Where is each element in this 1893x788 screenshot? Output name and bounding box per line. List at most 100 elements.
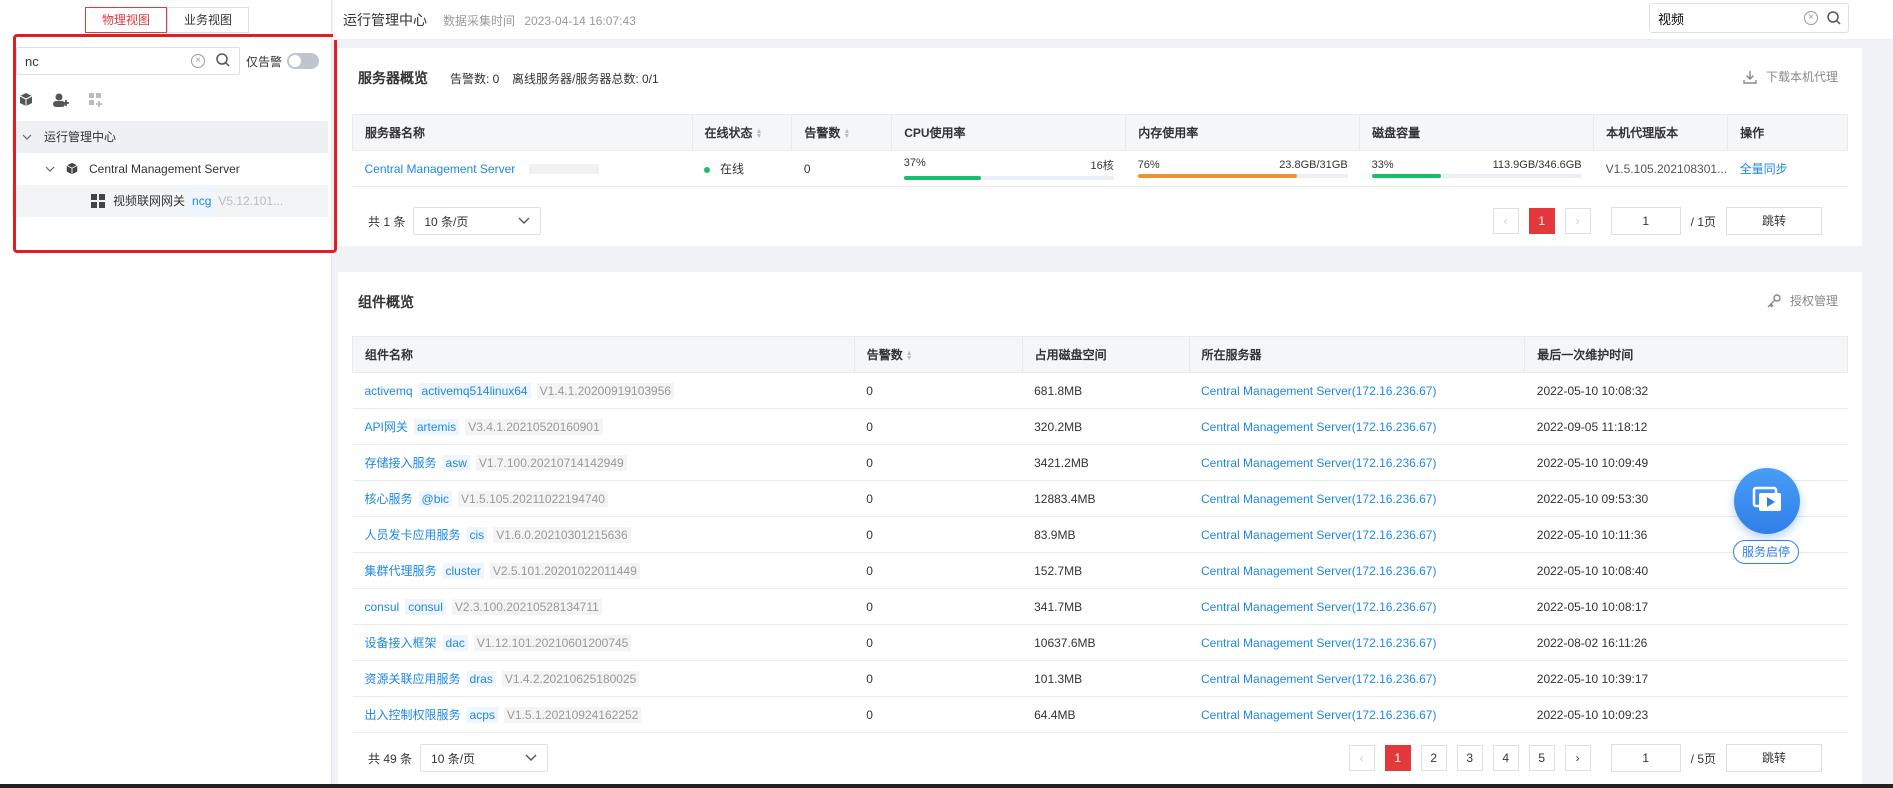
col-online-status[interactable]: 在线状态 ▲ ▼ xyxy=(691,114,793,151)
component-tag: dras xyxy=(466,671,496,687)
component-version: V1.5.105.20211022194740 xyxy=(458,491,608,507)
server-table-header: 服务器名称 在线状态 ▲ ▼ 告警数 ▲ ▼ CPU使用率 内存使用率 磁盘容量 本机代… xyxy=(352,114,1848,151)
component-alarm-cell: 0 xyxy=(854,372,1023,409)
component-name-cell: 出入控制权限服务 acps V1.5.1.20210924162252 xyxy=(352,696,855,733)
col-component-alarms[interactable]: 告警数 ▲ ▼ xyxy=(853,336,1023,373)
component-name-cell: API网关 artemis V3.4.1.20210520160901 xyxy=(352,408,855,445)
sort-icon[interactable]: ▲ ▼ xyxy=(756,128,763,140)
component-disk-cell: 3421.2MB xyxy=(1022,444,1189,481)
next-page-button[interactable]: › xyxy=(1564,745,1591,771)
component-time-cell: 2022-05-10 10:39:17 xyxy=(1524,660,1848,697)
component-name-link[interactable]: 集群代理服务 xyxy=(365,564,437,578)
search-icon[interactable] xyxy=(1826,10,1842,29)
col-alarm-count[interactable]: 告警数 ▲ ▼ xyxy=(791,114,893,151)
collect-time-value: 2023-04-14 16:07:43 xyxy=(524,14,636,28)
component-server-link[interactable]: Central Management Server(172.16.236.67) xyxy=(1201,384,1436,398)
sort-icon[interactable]: ▲ ▼ xyxy=(843,128,850,140)
page-jump-input[interactable]: 1 xyxy=(1610,207,1681,235)
jump-button[interactable]: 跳转 xyxy=(1726,207,1822,235)
component-name-link[interactable]: 资源关联应用服务 xyxy=(365,672,461,686)
page-button[interactable]: 1 xyxy=(1528,208,1555,234)
component-server-link[interactable]: Central Management Server(172.16.236.67) xyxy=(1201,708,1436,722)
page-button[interactable]: 2 xyxy=(1420,745,1447,771)
component-page-size-select[interactable]: 10 条/页 xyxy=(420,744,549,772)
download-agent-button[interactable]: 下载本机代理 xyxy=(1742,68,1838,85)
component-server-link[interactable]: Central Management Server(172.16.236.67) xyxy=(1201,600,1436,614)
component-name-link[interactable]: consul xyxy=(365,600,400,614)
disk-detail: 113.9GB/346.6GB xyxy=(1492,159,1582,171)
component-server-link[interactable]: Central Management Server(172.16.236.67) xyxy=(1201,564,1436,578)
component-server-link[interactable]: Central Management Server(172.16.236.67) xyxy=(1201,420,1436,434)
next-page-button[interactable]: › xyxy=(1564,208,1591,234)
clear-icon[interactable]: × xyxy=(1804,11,1818,25)
table-row: 人员发卡应用服务 cis V1.6.0.20210301215636 0 83.9MB C… xyxy=(352,516,1848,553)
component-version: V1.7.100.20210714142949 xyxy=(475,455,627,471)
full-sync-button[interactable]: 全量同步 xyxy=(1740,162,1788,176)
component-tag: artemis xyxy=(413,419,460,435)
disk-bar-fill xyxy=(1371,174,1441,178)
component-time-cell: 2022-05-10 10:08:40 xyxy=(1524,552,1848,589)
memory-percent: 76% xyxy=(1137,159,1160,171)
component-name-link[interactable]: 核心服务 xyxy=(365,492,413,506)
page-button[interactable]: 1 xyxy=(1384,745,1411,771)
component-name-link[interactable]: activemq xyxy=(365,384,413,398)
component-disk-cell: 83.9MB xyxy=(1022,516,1189,553)
component-name-cell: 存储接入服务 asw V1.7.100.20210714142949 xyxy=(352,444,855,481)
service-toggle-button[interactable] xyxy=(1734,468,1800,534)
component-name-cell: 人员发卡应用服务 cis V1.6.0.20210301215636 xyxy=(352,516,855,553)
component-server-cell: Central Management Server(172.16.236.67) xyxy=(1189,372,1525,409)
key-icon xyxy=(1767,293,1781,307)
component-alarm-cell: 0 xyxy=(854,624,1023,661)
prev-page-button[interactable]: ‹ xyxy=(1348,745,1375,771)
component-overview-title: 组件概览 xyxy=(358,294,414,310)
license-management-button[interactable]: 授权管理 xyxy=(1766,292,1838,309)
server-page-size-select[interactable]: 10 条/页 xyxy=(413,207,542,235)
component-server-cell: Central Management Server(172.16.236.67) xyxy=(1189,552,1525,589)
tab-business-view[interactable]: 业务视图 xyxy=(167,7,249,33)
page-button[interactable]: 3 xyxy=(1456,745,1483,771)
component-name-link[interactable]: API网关 xyxy=(365,420,408,434)
prev-page-button[interactable]: ‹ xyxy=(1492,208,1519,234)
component-name-link[interactable]: 存储接入服务 xyxy=(365,456,437,470)
table-row: API网关 artemis V3.4.1.20210520160901 0 320.2M… xyxy=(352,408,1848,445)
component-server-link[interactable]: Central Management Server(172.16.236.67) xyxy=(1201,492,1436,506)
global-search-input[interactable] xyxy=(1650,4,1800,32)
memory-bar-fill xyxy=(1137,174,1298,178)
page-button[interactable]: 4 xyxy=(1492,745,1519,771)
component-name-cell: consul consul V2.3.100.20210528134711 xyxy=(352,588,855,625)
component-server-cell: Central Management Server(172.16.236.67) xyxy=(1189,444,1525,481)
page-button[interactable]: 5 xyxy=(1528,745,1555,771)
component-disk-cell: 10637.6MB xyxy=(1022,624,1189,661)
component-server-link[interactable]: Central Management Server(172.16.236.67) xyxy=(1201,528,1436,542)
component-server-link[interactable]: Central Management Server(172.16.236.67) xyxy=(1201,456,1436,470)
component-overview-card: 组件概览 授权管理 组件名称 告警数 ▲ ▼ 占用磁盘空间 所在服务器 最后一次维护… xyxy=(338,272,1862,784)
col-host-server: 所在服务器 xyxy=(1188,336,1526,373)
table-row: 资源关联应用服务 dras V1.4.2.20210625180025 0 101.3M… xyxy=(352,660,1848,697)
component-disk-cell: 341.7MB xyxy=(1022,588,1189,625)
component-alarm-cell: 0 xyxy=(854,516,1023,553)
col-disk-usage: 占用磁盘空间 xyxy=(1021,336,1190,373)
component-table: 组件名称 告警数 ▲ ▼ 占用磁盘空间 所在服务器 最后一次维护时间 activem… xyxy=(352,336,1848,733)
jump-button[interactable]: 跳转 xyxy=(1726,744,1822,772)
table-row: 核心服务 @bic V1.5.105.20211022194740 0 12883.4M… xyxy=(352,480,1848,517)
component-name-link[interactable]: 设备接入框架 xyxy=(365,636,437,650)
component-server-link[interactable]: Central Management Server(172.16.236.67) xyxy=(1201,636,1436,650)
component-server-link[interactable]: Central Management Server(172.16.236.67) xyxy=(1201,672,1436,686)
server-pagination: ‹ 1 › 1 / 1页 跳转 xyxy=(1492,207,1822,235)
page-jump-input[interactable]: 1 xyxy=(1610,744,1681,772)
component-tag: activemq514linux64 xyxy=(418,382,531,399)
component-name-link[interactable]: 出入控制权限服务 xyxy=(365,708,461,722)
service-toggle-label[interactable]: 服务启停 xyxy=(1733,540,1799,564)
component-version: V3.4.1.20210520160901 xyxy=(465,419,603,435)
sort-icon[interactable]: ▲ ▼ xyxy=(906,350,913,362)
col-last-maintenance: 最后一次维护时间 xyxy=(1524,336,1848,373)
download-agent-label: 下载本机代理 xyxy=(1765,70,1838,84)
actions-cell: 全量同步 xyxy=(1727,150,1848,187)
server-name-link[interactable]: Central Management Server xyxy=(365,162,516,176)
alarm-count-cell: 0 xyxy=(791,150,892,187)
component-time-cell: 2022-09-05 11:18:12 xyxy=(1524,408,1848,445)
server-table: 服务器名称 在线状态 ▲ ▼ 告警数 ▲ ▼ CPU使用率 内存使用率 磁盘容量 本机代… xyxy=(352,114,1848,187)
component-name-link[interactable]: 人员发卡应用服务 xyxy=(365,528,461,542)
tab-physical-view[interactable]: 物理视图 xyxy=(85,7,167,33)
component-time-cell: 2022-05-10 10:08:17 xyxy=(1524,588,1848,625)
